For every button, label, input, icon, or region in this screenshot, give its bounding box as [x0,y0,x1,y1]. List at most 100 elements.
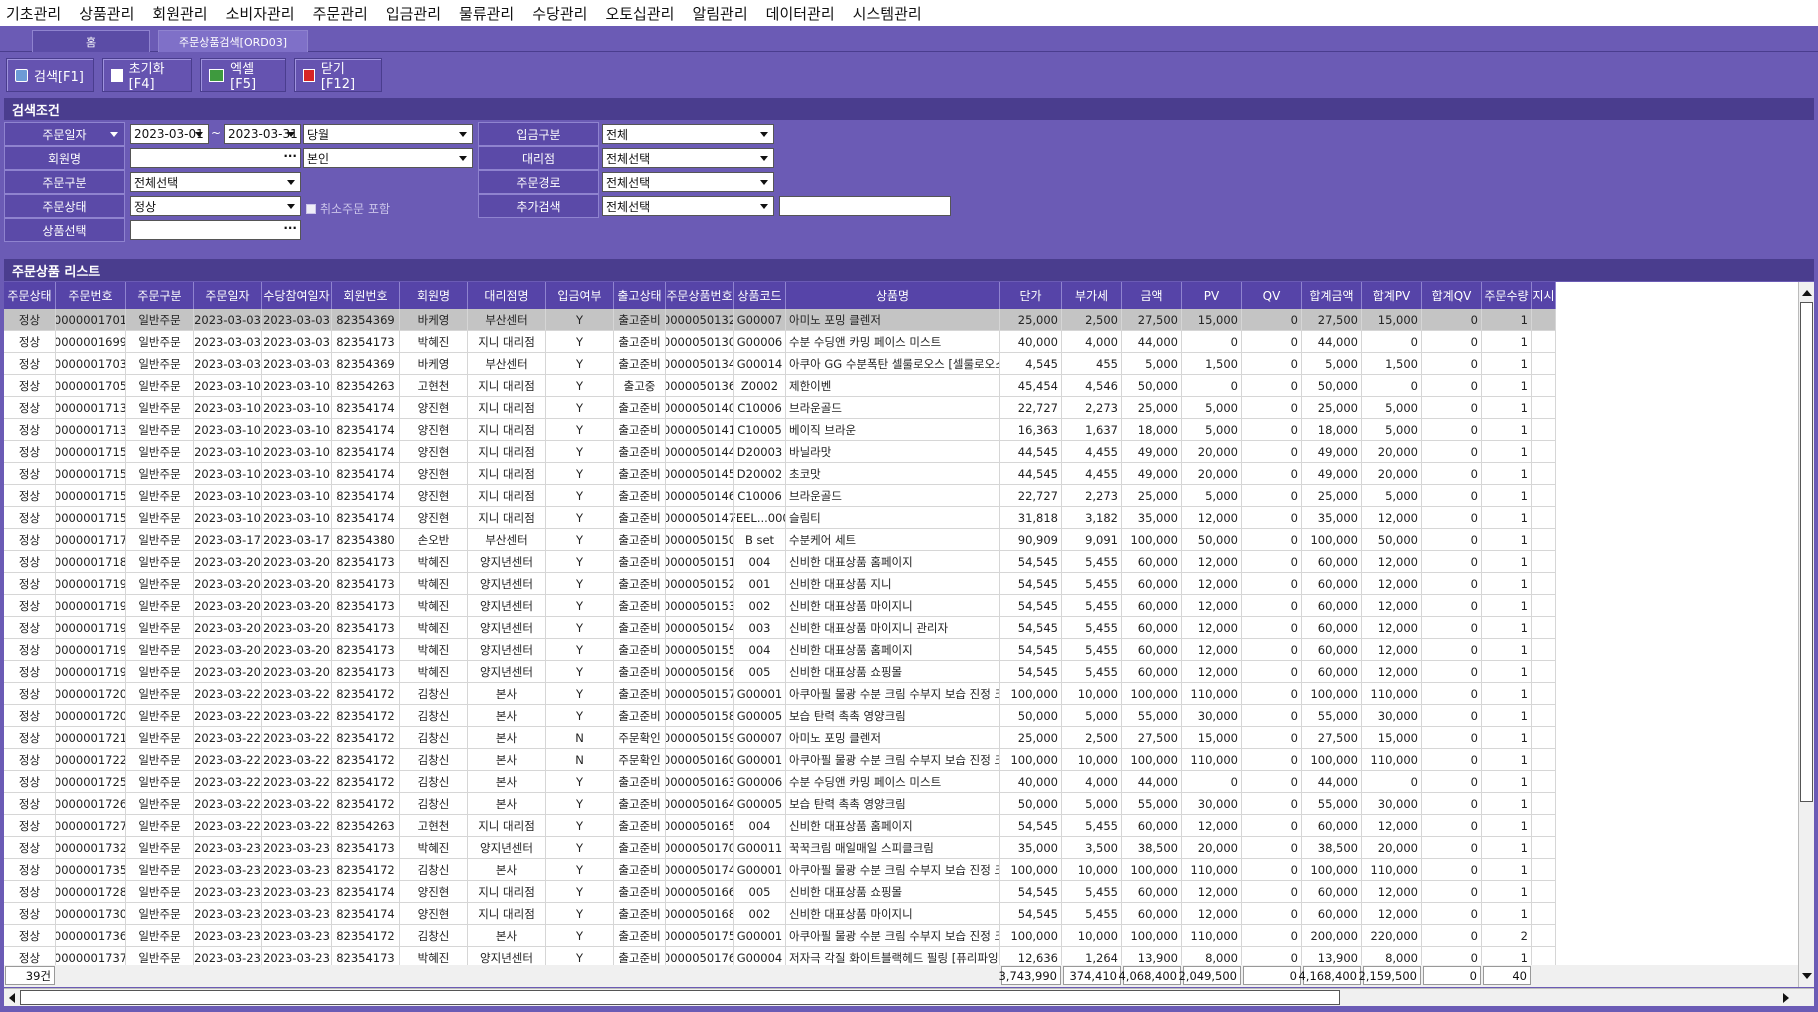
table-cell: Y [546,661,614,683]
column-header[interactable]: 상품명 [786,282,1000,309]
scroll-right-icon[interactable] [1780,992,1792,1004]
table-row[interactable]: 정상 0000001719 일반주문 2023-03-20 2023-03-20 8235… [4,573,1556,595]
column-header[interactable]: 수당참여일자 [262,282,332,309]
menu-item[interactable]: 소비자관리 [226,3,295,24]
table-row[interactable]: 정상 0000001728 일반주문 2023-03-23 2023-03-23 8235… [4,881,1556,903]
table-row[interactable]: 정상 0000001736 일반주문 2023-03-23 2023-03-23 8235… [4,925,1556,947]
table-row[interactable]: 정상 0000001699 일반주문 2023-03-03 2023-03-03 8235… [4,331,1556,353]
table-row[interactable]: 정상 0000001701 일반주문 2023-03-03 2023-03-03 8235… [4,309,1556,331]
column-header[interactable]: 합계QV [1422,282,1482,309]
vertical-scroll-thumb[interactable] [1800,302,1813,802]
table-row[interactable]: 정상 0000001713 일반주문 2023-03-10 2023-03-10 8235… [4,419,1556,441]
column-header[interactable]: 주문번호 [56,282,126,309]
table-row[interactable]: 정상 0000001703 일반주문 2023-03-03 2023-03-03 8235… [4,353,1556,375]
order-date-label[interactable]: 주문일자 [4,122,125,146]
table-row[interactable]: 정상 0000001721 일반주문 2023-03-22 2023-03-22 8235… [4,727,1556,749]
table-cell: 18,000 [1302,419,1362,441]
vertical-scrollbar[interactable] [1798,282,1814,987]
table-row[interactable]: 정상 0000001717 일반주문 2023-03-17 2023-03-17 8235… [4,529,1556,551]
date-to-field[interactable]: 2023-03-31 [224,124,301,144]
product-select-field[interactable] [130,218,301,240]
close-button[interactable]: 닫기[F12] [294,58,382,92]
menu-item[interactable]: 시스템관리 [853,3,922,24]
column-header[interactable]: 상품코드 [734,282,786,309]
member-scope-select[interactable]: 본인 [303,148,473,168]
table-row[interactable]: 정상 0000001719 일반주문 2023-03-20 2023-03-20 8235… [4,639,1556,661]
column-header[interactable]: 부가세 [1062,282,1122,309]
column-header[interactable]: 주문수량 [1482,282,1532,309]
column-header[interactable]: 합계PV [1362,282,1422,309]
column-header[interactable]: 금액 [1122,282,1182,309]
table-row[interactable]: 정상 0000001730 일반주문 2023-03-23 2023-03-23 8235… [4,903,1556,925]
table-row[interactable]: 정상 0000001727 일반주문 2023-03-22 2023-03-22 8235… [4,815,1556,837]
scroll-up-icon[interactable] [1799,286,1814,300]
table-row[interactable]: 정상 0000001720 일반주문 2023-03-22 2023-03-22 8235… [4,683,1556,705]
table-row[interactable]: 정상 0000001726 일반주문 2023-03-22 2023-03-22 8235… [4,793,1556,815]
tab-order-product-search[interactable]: 주문상품검색[ORD03] [158,30,308,52]
table-cell: 손오반 [400,529,468,551]
column-header[interactable]: 회원명 [400,282,468,309]
menu-item[interactable]: 상품관리 [79,3,134,24]
horizontal-scrollbar[interactable] [4,988,1814,1006]
table-row[interactable]: 정상 0000001737 일반주문 2023-03-23 2023-03-23 8235… [4,947,1556,965]
excel-button[interactable]: 엑셀[F5] [200,58,286,92]
extra-search-input[interactable] [779,196,951,216]
table-row[interactable]: 정상 0000001715 일반주문 2023-03-10 2023-03-10 8235… [4,507,1556,529]
order-route-select[interactable]: 전체선택 [602,172,774,192]
order-status-select[interactable]: 정상 [130,196,301,216]
menu-item[interactable]: 수당관리 [532,3,587,24]
table-row[interactable]: 정상 0000001719 일반주문 2023-03-20 2023-03-20 8235… [4,595,1556,617]
close-icon [303,68,315,82]
menu-item[interactable]: 물류관리 [459,3,514,24]
table-row[interactable]: 정상 0000001715 일반주문 2023-03-10 2023-03-10 8235… [4,441,1556,463]
menu-item[interactable]: 데이터관리 [766,3,835,24]
scroll-left-icon[interactable] [6,992,18,1004]
reset-button[interactable]: 초기화[F4] [102,58,192,92]
column-header[interactable]: 주문상태 [4,282,56,309]
column-header[interactable]: 지시 [1532,282,1556,309]
table-row[interactable]: 정상 0000001719 일반주문 2023-03-20 2023-03-20 8235… [4,661,1556,683]
menu-item[interactable]: 입금관리 [386,3,441,24]
order-type-select[interactable]: 전체선택 [130,172,301,192]
table-cell: 출고준비 [614,529,666,551]
deposit-type-select[interactable]: 전체 [602,124,774,144]
menu-item[interactable]: 오토십관리 [605,3,674,24]
table-row[interactable]: 정상 0000001722 일반주문 2023-03-22 2023-03-22 8235… [4,749,1556,771]
menu-item[interactable]: 알림관리 [692,3,747,24]
date-from-field[interactable]: 2023-03-01 [130,124,209,144]
search-button[interactable]: 검색[F1] [6,58,94,92]
table-row[interactable]: 정상 0000001713 일반주문 2023-03-10 2023-03-10 8235… [4,397,1556,419]
member-name-field[interactable] [130,146,301,168]
column-header[interactable]: 합계금액 [1302,282,1362,309]
horizontal-scroll-thumb[interactable] [20,990,1340,1005]
column-header[interactable]: 주문일자 [194,282,262,309]
table-row[interactable]: 정상 0000001705 일반주문 2023-03-10 2023-03-10 8235… [4,375,1556,397]
table-row[interactable]: 정상 0000001720 일반주문 2023-03-22 2023-03-22 8235… [4,705,1556,727]
period-select[interactable]: 당월 [303,124,473,144]
table-cell: G00005 [734,705,786,727]
column-header[interactable]: 출고상태 [614,282,666,309]
menu-item[interactable]: 기초관리 [6,3,61,24]
branch-select[interactable]: 전체선택 [602,148,774,168]
menu-item[interactable]: 주문관리 [313,3,368,24]
include-cancel-checkbox[interactable]: 취소주문 포함 [306,200,390,217]
column-header[interactable]: PV [1182,282,1242,309]
column-header[interactable]: 대리점명 [468,282,546,309]
table-row[interactable]: 정상 0000001715 일반주문 2023-03-10 2023-03-10 8235… [4,485,1556,507]
column-header[interactable]: 주문구분 [126,282,194,309]
scroll-down-icon[interactable] [1799,969,1814,983]
table-row[interactable]: 정상 0000001718 일반주문 2023-03-20 2023-03-20 8235… [4,551,1556,573]
table-row[interactable]: 정상 0000001732 일반주문 2023-03-23 2023-03-23 8235… [4,837,1556,859]
table-row[interactable]: 정상 0000001715 일반주문 2023-03-10 2023-03-10 8235… [4,463,1556,485]
column-header[interactable]: 회원번호 [332,282,400,309]
column-header[interactable]: QV [1242,282,1302,309]
table-row[interactable]: 정상 0000001719 일반주문 2023-03-20 2023-03-20 8235… [4,617,1556,639]
column-header[interactable]: 주문상품번호 [666,282,734,309]
extra-search-select[interactable]: 전체선택 [602,196,774,216]
column-header[interactable]: 입금여부 [546,282,614,309]
tab-home[interactable]: 홈 [32,30,150,52]
table-row[interactable]: 정상 0000001735 일반주문 2023-03-23 2023-03-23 8235… [4,859,1556,881]
column-header[interactable]: 단가 [1000,282,1062,309]
menu-item[interactable]: 회원관리 [152,3,207,24]
table-row[interactable]: 정상 0000001725 일반주문 2023-03-22 2023-03-22 8235… [4,771,1556,793]
